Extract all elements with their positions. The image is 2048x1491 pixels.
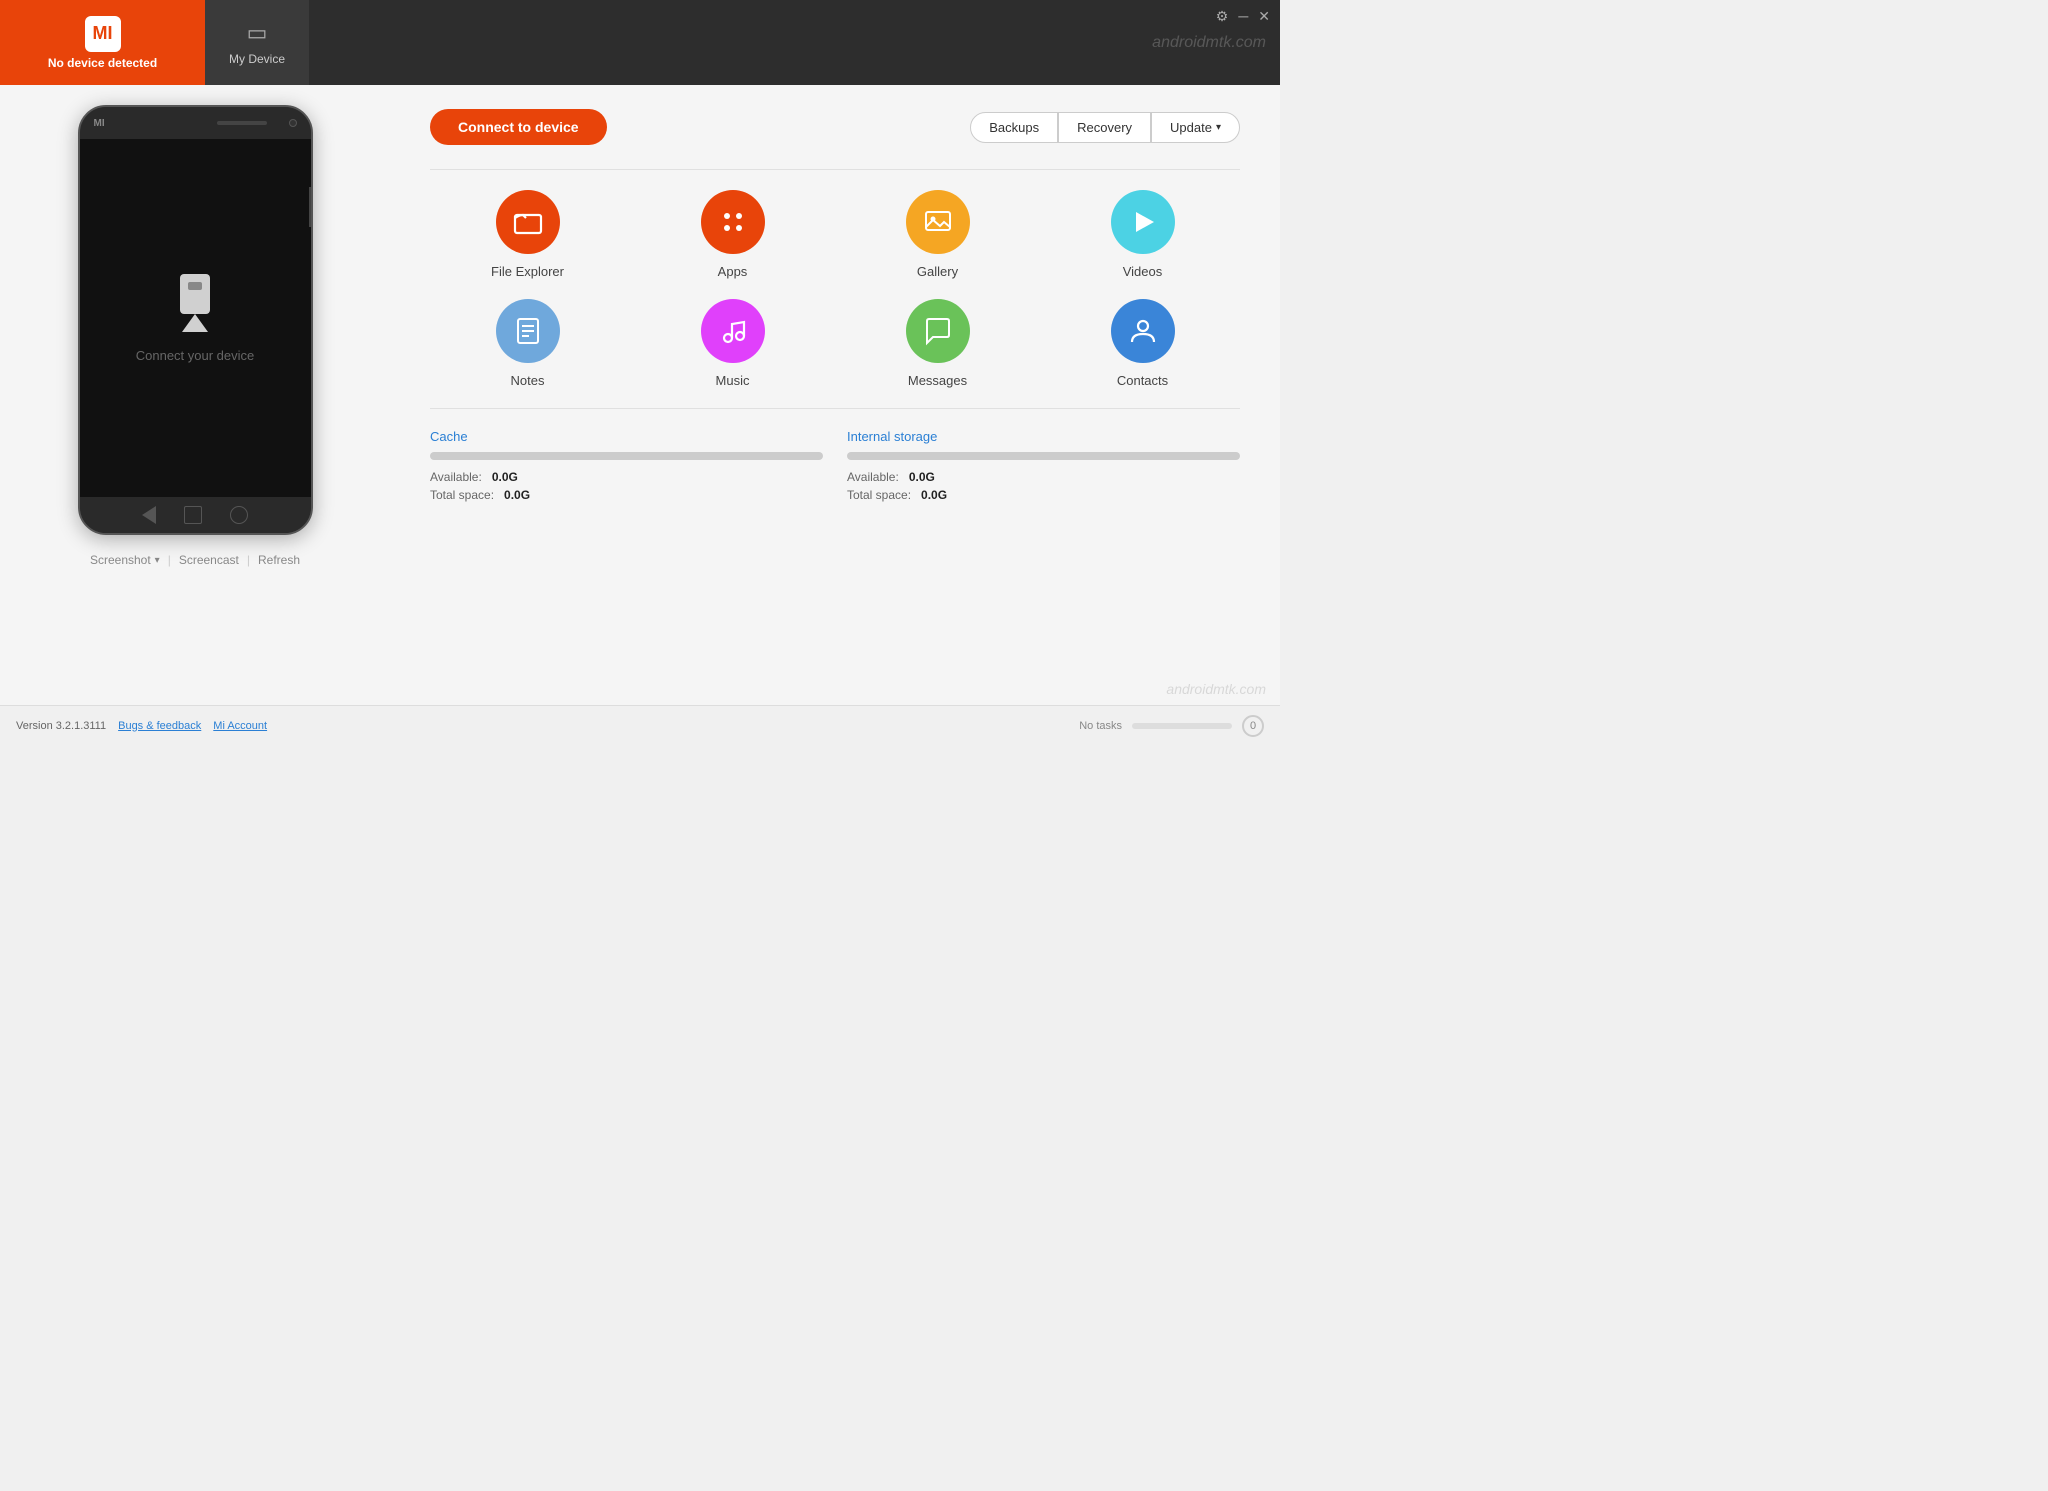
gallery-icon [906, 190, 970, 254]
footer-right: No tasks 0 [1079, 715, 1264, 737]
footer: Version 3.2.1.3111 Bugs & feedback Mi Ac… [0, 705, 1280, 745]
icon-item-notes-icon[interactable]: Notes [430, 299, 625, 388]
internal-storage: Internal storage Available: 0.0G Total s… [847, 429, 1240, 506]
phone-top-bar: MI [80, 107, 311, 139]
phone-speaker [217, 121, 267, 125]
internal-title: Internal storage [847, 429, 1240, 444]
feature-icons-grid: File Explorer Apps Gallery Videos Notes Music… [430, 190, 1240, 388]
cache-title: Cache [430, 429, 823, 444]
cache-available-row: Available: 0.0G [430, 470, 823, 484]
messages-icon [906, 299, 970, 363]
phone-recents-btn [230, 506, 248, 524]
update-button[interactable]: Update ▾ [1151, 112, 1240, 143]
screencast-button[interactable]: Screencast [171, 549, 247, 571]
logo-area: MI No device detected [0, 0, 205, 85]
usb-icon [174, 274, 216, 332]
tab-label: My Device [229, 52, 285, 66]
minimize-button[interactable]: ─ [1238, 8, 1248, 25]
icon-item-apps-icon[interactable]: Apps [635, 190, 830, 279]
mi-account-link[interactable]: Mi Account [213, 720, 267, 732]
left-panel: MI Connect your device [0, 85, 390, 705]
music-icon [701, 299, 765, 363]
usb-prompt: Connect your device [136, 274, 255, 363]
top-actions: Connect to device Backups Recovery Updat… [430, 109, 1240, 145]
videos-icon [1111, 190, 1175, 254]
bottom-watermark: androidmtk.com [1166, 681, 1266, 697]
task-count-badge: 0 [1242, 715, 1264, 737]
icon-label-contacts-icon: Contacts [1117, 373, 1168, 388]
cache-total-value: 0.0G [504, 488, 530, 502]
cache-storage: Cache Available: 0.0G Total space: 0.0G [430, 429, 823, 506]
main-content: MI Connect your device [0, 85, 1280, 705]
cache-bar-fill [430, 452, 823, 460]
file-explorer-icon [496, 190, 560, 254]
icon-label-music-icon: Music [716, 373, 750, 388]
cache-available-value: 0.0G [492, 470, 518, 484]
phone-camera [289, 119, 297, 127]
backups-button[interactable]: Backups [970, 112, 1058, 143]
icon-item-file-explorer-icon[interactable]: File Explorer [430, 190, 625, 279]
no-device-label: No device detected [48, 56, 157, 70]
icon-label-gallery-icon: Gallery [917, 264, 958, 279]
icon-label-notes-icon: Notes [511, 373, 545, 388]
device-icon: ▭ [247, 20, 268, 46]
internal-total-value: 0.0G [921, 488, 947, 502]
mi-logo-icon: MI [85, 16, 121, 52]
tasks-progress-bar [1132, 723, 1232, 729]
icon-item-videos-icon[interactable]: Videos [1045, 190, 1240, 279]
phone-preview: MI Connect your device [78, 105, 313, 535]
connect-prompt: Connect your device [136, 348, 255, 363]
phone-back-btn [142, 506, 156, 524]
icon-label-file-explorer-icon: File Explorer [491, 264, 564, 279]
icon-label-apps-icon: Apps [718, 264, 748, 279]
version-label: Version 3.2.1.3111 [16, 720, 106, 732]
icon-item-music-icon[interactable]: Music [635, 299, 830, 388]
apps-icon [701, 190, 765, 254]
phone-body: MI Connect your device [78, 105, 313, 535]
close-button[interactable]: ✕ [1258, 8, 1270, 25]
phone-side-button [309, 187, 313, 227]
chevron-down-icon: ▾ [1216, 122, 1221, 133]
internal-available-value: 0.0G [909, 470, 935, 484]
phone-home-btn [184, 506, 202, 524]
refresh-button[interactable]: Refresh [250, 549, 308, 571]
icon-item-gallery-icon[interactable]: Gallery [840, 190, 1035, 279]
icon-label-videos-icon: Videos [1123, 264, 1163, 279]
icon-item-messages-icon[interactable]: Messages [840, 299, 1035, 388]
my-device-tab[interactable]: ▭ My Device [205, 0, 309, 85]
internal-bar [847, 452, 1240, 460]
internal-available-row: Available: 0.0G [847, 470, 1240, 484]
icon-label-messages-icon: Messages [908, 373, 967, 388]
right-panel: Connect to device Backups Recovery Updat… [390, 85, 1280, 705]
header: MI No device detected ▭ My Device ⚙ ─ ✕ … [0, 0, 1280, 85]
divider-top [430, 169, 1240, 170]
header-watermark: androidmtk.com [1152, 34, 1266, 52]
contacts-icon [1111, 299, 1175, 363]
storage-section: Cache Available: 0.0G Total space: 0.0G … [430, 429, 1240, 506]
connect-to-device-button[interactable]: Connect to device [430, 109, 607, 145]
utility-buttons: Backups Recovery Update ▾ [970, 112, 1240, 143]
settings-icon[interactable]: ⚙ [1216, 8, 1229, 25]
cache-total-row: Total space: 0.0G [430, 488, 823, 502]
notes-icon [496, 299, 560, 363]
no-tasks-label: No tasks [1079, 720, 1122, 732]
phone-screen: Connect your device [80, 139, 311, 497]
phone-mi-label: MI [94, 118, 105, 129]
icon-item-contacts-icon[interactable]: Contacts [1045, 299, 1240, 388]
internal-total-row: Total space: 0.0G [847, 488, 1240, 502]
cache-bar [430, 452, 823, 460]
titlebar-controls: ⚙ ─ ✕ [1216, 8, 1270, 25]
internal-bar-fill [847, 452, 1240, 460]
bottom-actions: Screenshot ▾ | Screencast | Refresh [82, 549, 308, 571]
phone-bottom-bar [80, 497, 311, 533]
chevron-down-icon: ▾ [155, 555, 160, 566]
recovery-button[interactable]: Recovery [1058, 112, 1151, 143]
screenshot-button[interactable]: Screenshot ▾ [82, 549, 168, 571]
divider-bottom [430, 408, 1240, 409]
bugs-feedback-link[interactable]: Bugs & feedback [118, 720, 201, 732]
